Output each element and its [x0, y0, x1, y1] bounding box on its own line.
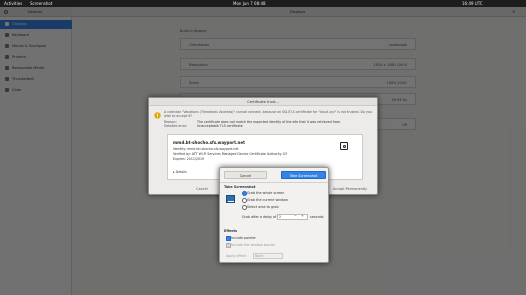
delay-label: Grab after a delay of [242, 215, 277, 219]
certificate-verified-by: Verified by: ATT Wi-Fi Services Managed … [173, 152, 288, 156]
include-pointer-label[interactable]: Include pointer [231, 236, 256, 240]
include-border-label[interactable]: Include the window border [231, 243, 275, 247]
grab-whole-screen-label[interactable]: Grab the whole screen [247, 191, 284, 195]
warning-icon [154, 112, 161, 119]
dialog-message: A calendar "Vacations (Theodorou Andreas… [164, 110, 372, 118]
error-value: Unacceptable TLS certificate [197, 124, 243, 128]
top-bar: Activities Screenshot Mon Jun 7 08:48 16… [0, 0, 526, 7]
certificate-expires: Expires: 2011/2019 [173, 157, 205, 161]
effects-section-title: Effects [224, 229, 238, 233]
cancel-button[interactable]: Cancel [224, 171, 267, 179]
clock[interactable]: Mon Jun 7 08:48 [233, 1, 266, 6]
decrement-icon[interactable]: − [294, 214, 297, 218]
divider [220, 182, 328, 183]
certificate-icon [340, 142, 348, 150]
apply-effect-label: Apply effect: [226, 254, 247, 258]
cancel-button[interactable]: Cancel [182, 185, 222, 194]
screenshot-app-icon [226, 195, 235, 203]
accept-permanently-button[interactable]: Accept Permanently [325, 185, 375, 194]
take-screenshot-button[interactable]: Take Screenshot [281, 171, 326, 179]
select-area-label[interactable]: Select area to grab [247, 205, 279, 209]
dialog-title: Certificate trust... [149, 98, 377, 106]
system-status[interactable]: 16:49 UTC [462, 1, 483, 6]
activities-button[interactable]: Activities [4, 1, 22, 6]
delay-unit: seconds [310, 215, 324, 219]
delay-value[interactable]: 2 [279, 215, 281, 219]
screenshot-dialog: Cancel Take Screenshot Take Screenshot G… [219, 167, 329, 263]
certificate-host: mmd.bt-shocho.sfs.wayport.net [173, 140, 246, 145]
error-key: Detailed error: [164, 124, 188, 128]
apply-effect-value[interactable]: None [255, 254, 263, 258]
certificate-identity: Identity: mmd.btl-shocho.sfs.wayport.net [173, 147, 239, 151]
take-screenshot-section-title: Take Screenshot [224, 185, 256, 189]
grab-current-window-label[interactable]: Grab the current window [247, 198, 288, 202]
details-expander[interactable]: ▸ Details [173, 170, 187, 174]
app-menu[interactable]: Screenshot [30, 1, 52, 6]
increment-icon[interactable]: + [301, 214, 304, 218]
